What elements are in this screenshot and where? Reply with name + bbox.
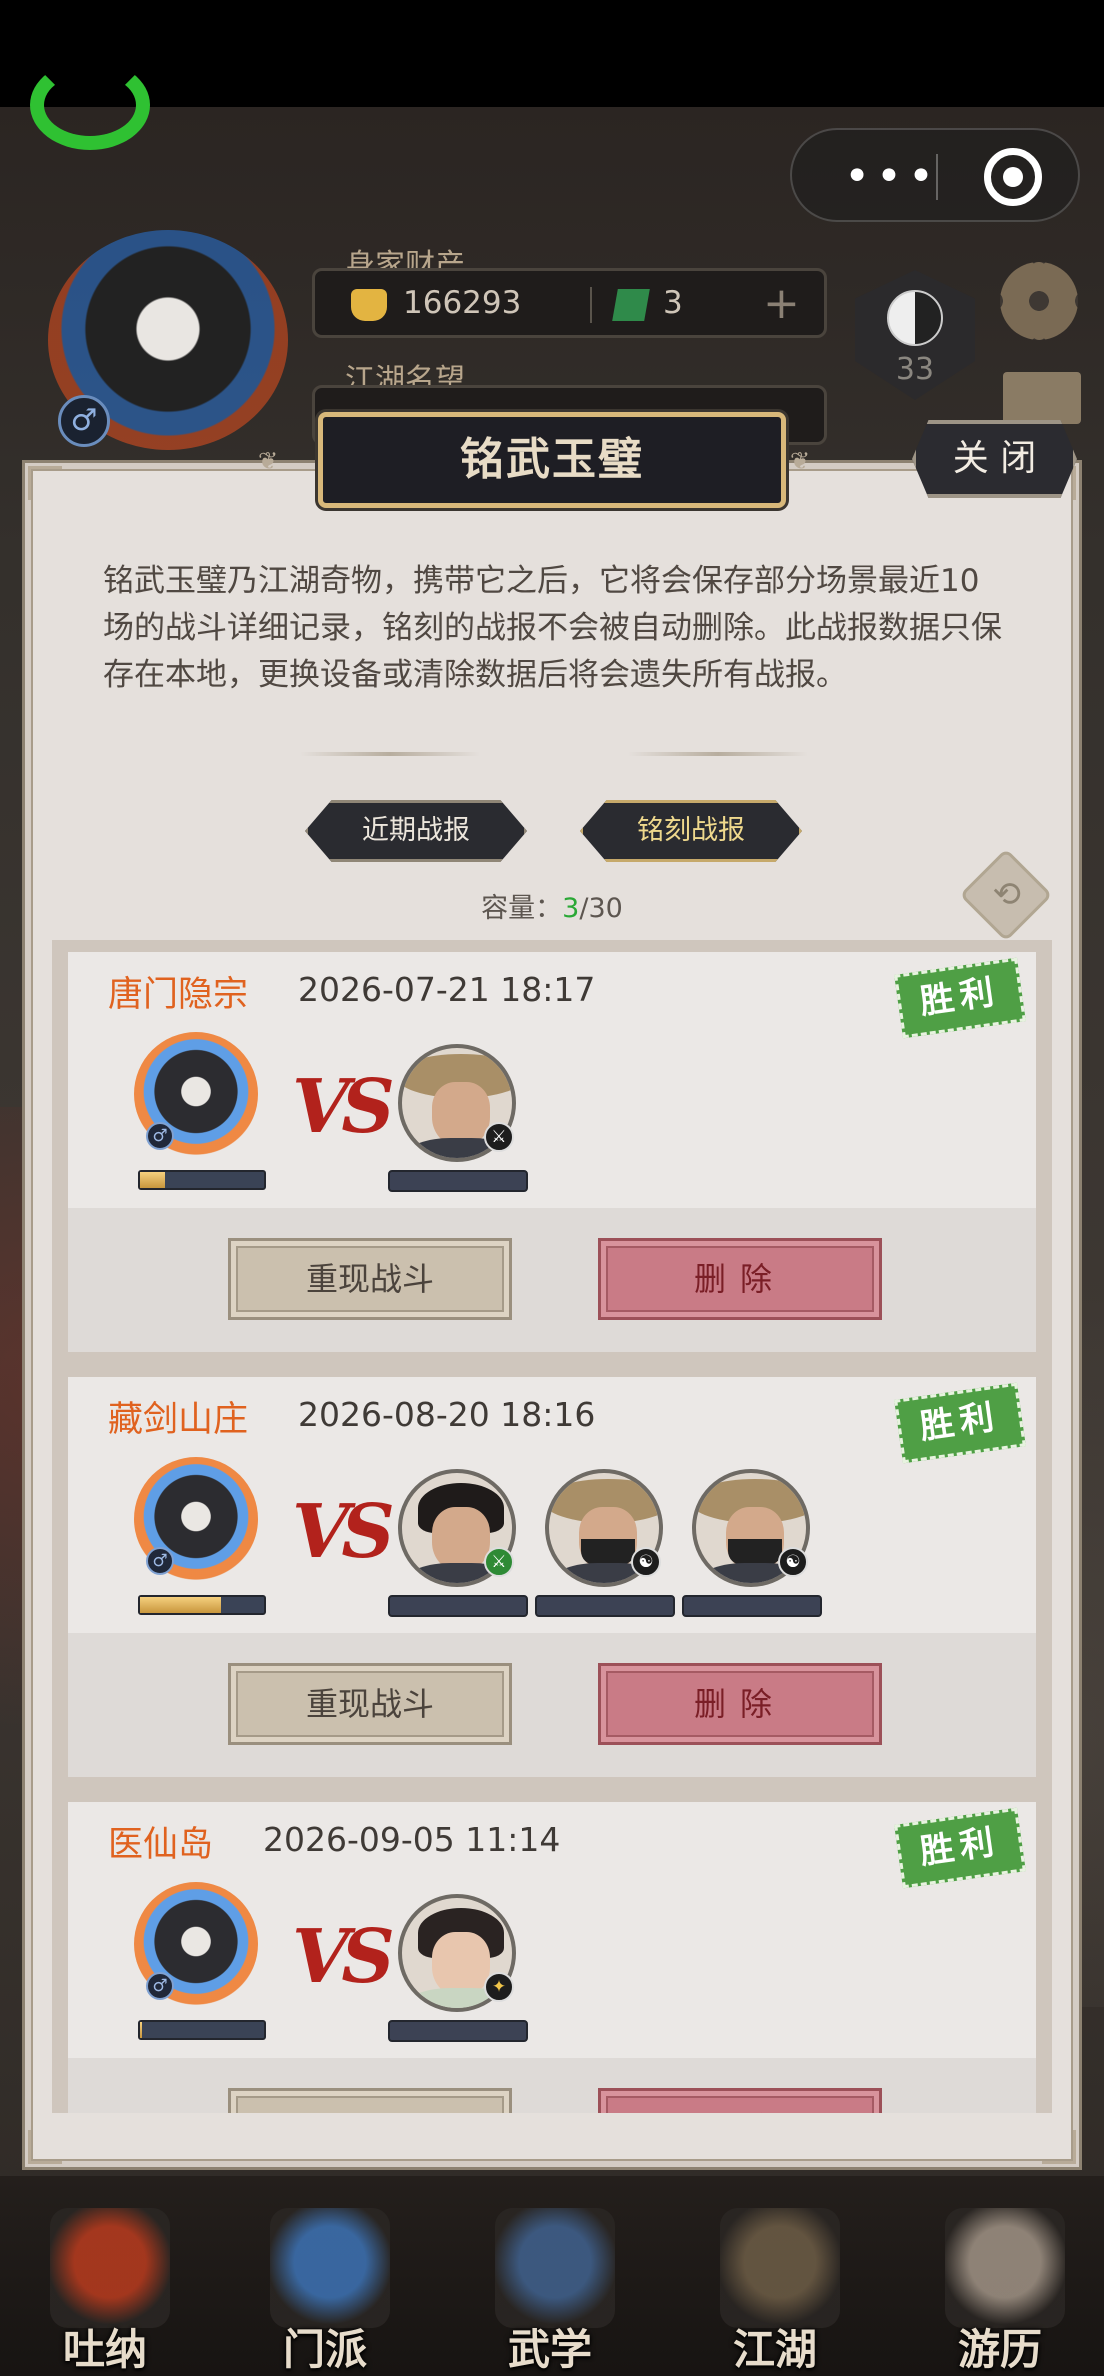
- battle-date: 2026-09-05 11:14: [263, 1820, 561, 1859]
- gender-icon: ♂: [146, 1972, 174, 2000]
- jade-amount: 3: [663, 285, 683, 321]
- player-hp-fill: [140, 1597, 221, 1613]
- victory-stamp: 胜利: [894, 1807, 1026, 1889]
- green-ring-icon: [30, 60, 150, 150]
- tab-recent-reports[interactable]: 近期战报: [305, 800, 527, 862]
- capacity-readout: 容量：3/30: [0, 886, 1104, 925]
- nav-label: 江湖: [732, 2325, 817, 2374]
- modal-description: 铭武玉璧乃江湖奇物，携带它之后，它将会保存部分场景最近10场的战斗详细记录，铭刻…: [103, 563, 1002, 693]
- jade-icon: [612, 289, 650, 321]
- level-value: 33: [895, 352, 935, 387]
- more-icon[interactable]: •••: [832, 150, 952, 204]
- add-currency-button[interactable]: +: [763, 279, 800, 329]
- gender-icon: ♂: [146, 1122, 174, 1150]
- enemy-school-icon: ⚔: [484, 1547, 514, 1577]
- replay-battle-button[interactable]: 重现战斗: [228, 1238, 512, 1320]
- title-ornament: ❦: [258, 447, 279, 475]
- vs-mark: VS: [292, 1064, 395, 1150]
- corner-ornament: [28, 2130, 62, 2164]
- delete-record-button[interactable]: 删除: [598, 1238, 882, 1320]
- delete-record-button[interactable]: 删除: [598, 1663, 882, 1745]
- victory-stamp: 胜利: [894, 1382, 1026, 1464]
- capacity-used: 3: [562, 893, 580, 924]
- yinyang-icon: ☯: [778, 1547, 808, 1577]
- nav-label: 武学: [507, 2325, 592, 2374]
- yinyang-icon: ☯: [631, 1547, 661, 1577]
- battle-record-list[interactable]: 唐门隐宗 2026-07-21 18:17 胜利 ♂ VS ⚔ 重现战斗 删除 …: [52, 940, 1052, 2113]
- nav-item-jianghu[interactable]: 江湖: [700, 2198, 850, 2376]
- modal-title-plate: 铭武玉璧: [318, 412, 786, 508]
- battle-record-card: 医仙岛 2026-09-05 11:14 胜利 ♂ VS ✦ 重现战斗 删除: [68, 1802, 1036, 2113]
- gear-icon[interactable]: [1000, 262, 1078, 340]
- player-hp-fill: [140, 1172, 165, 1188]
- vs-mark: VS: [292, 1914, 395, 2000]
- sect-name: 唐门隐宗: [108, 975, 249, 1015]
- nav-item-sect[interactable]: 门派: [250, 2198, 400, 2376]
- gold-amount: 166293: [403, 285, 522, 321]
- tab-engraved-reports[interactable]: 铭刻战报: [580, 800, 802, 862]
- divider: [628, 752, 808, 756]
- close-button[interactable]: 关 闭: [912, 420, 1077, 498]
- yinyang-icon: [887, 290, 943, 346]
- sect-name: 医仙岛: [108, 1825, 214, 1865]
- vs-mark: VS: [292, 1489, 395, 1575]
- enemy-school-icon: ⚔: [484, 1122, 514, 1152]
- divider: [300, 752, 480, 756]
- close-miniprogram-icon[interactable]: [984, 148, 1042, 206]
- modal-title: 铭武玉璧: [460, 434, 644, 485]
- nav-item-martial-arts[interactable]: 武学: [475, 2198, 625, 2376]
- title-ornament: ❦: [790, 447, 811, 475]
- battle-date: 2026-08-20 18:16: [298, 1395, 596, 1434]
- enemy-hp-bar: [535, 1595, 675, 1617]
- nav-label: 吐纳: [62, 2325, 147, 2374]
- replay-battle-button[interactable]: 重现战斗: [228, 1663, 512, 1745]
- gender-icon: ♂: [146, 1547, 174, 1575]
- nav-item-tuna[interactable]: 吐纳: [30, 2198, 180, 2376]
- martial-arts-icon: [495, 2208, 615, 2328]
- nav-label: 游历: [957, 2325, 1042, 2374]
- nav-label: 门派: [282, 2325, 367, 2374]
- miniprogram-capsule: •••: [790, 128, 1080, 222]
- player-hp-bar: [138, 2020, 266, 2040]
- replay-battle-button[interactable]: 重现战斗: [228, 2088, 512, 2113]
- corner-ornament: [1042, 2130, 1076, 2164]
- mail-icon[interactable]: [1003, 372, 1081, 424]
- bottom-nav: 吐纳 门派 武学 江湖 游历: [0, 2176, 1104, 2376]
- enemy-hp-bar: [388, 1595, 528, 1617]
- delete-record-button[interactable]: 删除: [598, 2088, 882, 2113]
- tuna-icon: [50, 2208, 170, 2328]
- nav-item-travel[interactable]: 游历: [925, 2198, 1075, 2376]
- gold-ingot-icon: [351, 289, 387, 321]
- capacity-label: 容量：: [481, 893, 563, 924]
- battle-date: 2026-07-21 18:17: [298, 970, 596, 1009]
- status-bar: [0, 0, 1104, 107]
- enemy-school-icon: ✦: [484, 1972, 514, 2002]
- wealth-bar: 166293 3 +: [312, 268, 827, 338]
- victory-stamp: 胜利: [894, 957, 1026, 1039]
- travel-icon: [945, 2208, 1065, 2328]
- enemy-hp-bar: [388, 1170, 528, 1192]
- corner-ornament: [28, 466, 62, 500]
- battle-record-card: 藏剑山庄 2026-08-20 18:16 胜利 ♂ VS ⚔ ☯ ☯ 重现战斗…: [68, 1377, 1036, 1777]
- enemy-hp-bar: [388, 2020, 528, 2042]
- gender-badge: ♂: [58, 395, 110, 447]
- player-hp-fill: [140, 2022, 143, 2038]
- jianghu-icon: [720, 2208, 840, 2328]
- sect-name: 藏剑山庄: [108, 1400, 249, 1440]
- player-hp-bar: [138, 1595, 266, 1615]
- capacity-total: /30: [579, 893, 623, 924]
- enemy-hp-bar: [682, 1595, 822, 1617]
- battle-record-card: 唐门隐宗 2026-07-21 18:17 胜利 ♂ VS ⚔ 重现战斗 删除: [68, 952, 1036, 1352]
- player-hp-bar: [138, 1170, 266, 1190]
- sect-icon: [270, 2208, 390, 2328]
